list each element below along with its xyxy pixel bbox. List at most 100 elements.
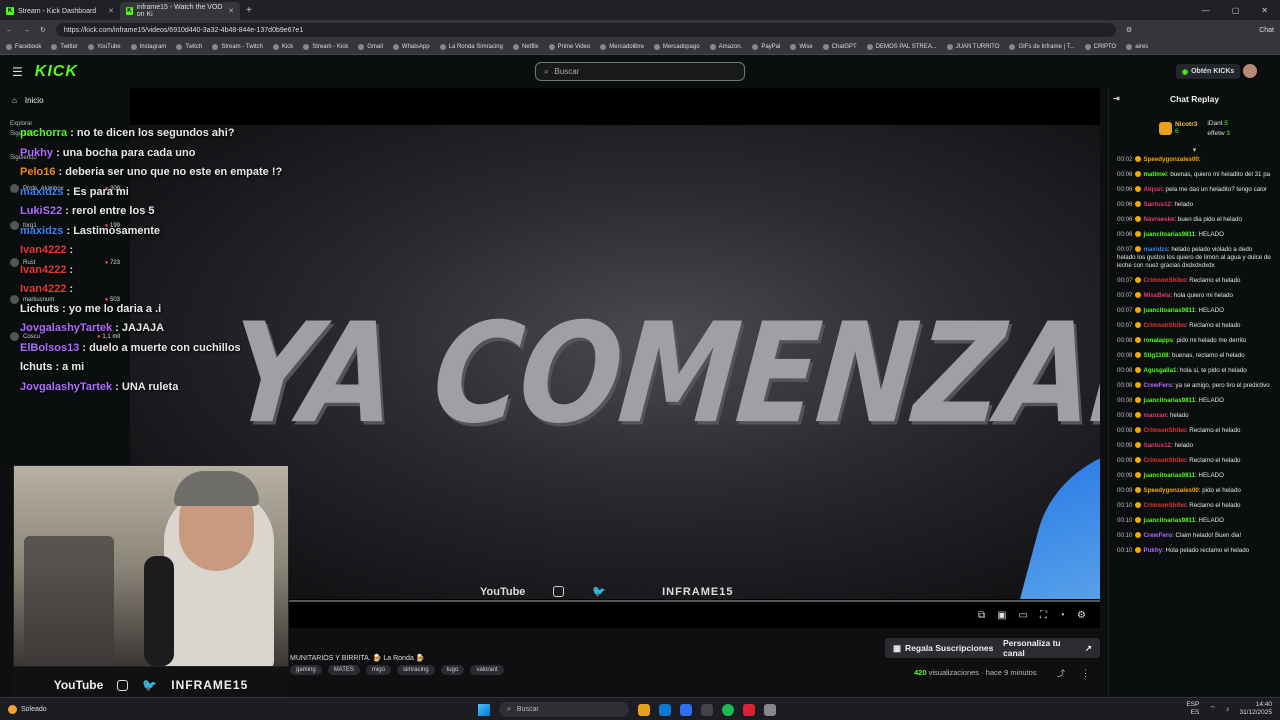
tag-chip[interactable]: valorant — [470, 665, 504, 675]
bookmark-item[interactable]: Stream - Kick — [303, 44, 348, 50]
spotify-icon[interactable] — [722, 703, 734, 716]
message-user[interactable]: juancitoarias9811 — [1143, 517, 1195, 524]
nav-inicio[interactable]: ⌂ Inicio — [0, 88, 130, 113]
bookmark-item[interactable]: GIFs de Inframe | T... — [1009, 44, 1075, 50]
pip-icon[interactable]: ⧉ — [978, 610, 985, 621]
tag-chip[interactable]: gaming — [290, 665, 322, 675]
tab-vod[interactable]: K inframe15 - Watch the VOD on Ki ✕ — [120, 2, 240, 20]
bookmark-item[interactable]: Instagram — [130, 44, 166, 50]
search-input[interactable]: ⌕ Buscar — [535, 62, 745, 81]
message-user[interactable]: Speedygonzales00 — [1143, 487, 1198, 494]
speed-icon[interactable]: ◔ — [1059, 610, 1065, 621]
message-user[interactable]: maxidzs — [1143, 246, 1167, 253]
tag-chip[interactable]: simracing — [396, 665, 435, 675]
chrome-icon[interactable] — [680, 703, 692, 716]
message-user[interactable]: Speedygonzales00 — [1143, 156, 1198, 163]
message-user[interactable]: juancitoarias9811 — [1143, 397, 1195, 404]
taskbar-search[interactable]: ⌕ Buscar — [499, 702, 629, 717]
chat-button[interactable]: Chat — [1259, 27, 1274, 34]
bookmark-item[interactable]: La Ronda Simracing — [439, 44, 503, 50]
bookmark-item[interactable]: Mercadopago — [653, 44, 700, 50]
message-user[interactable]: manzan — [1143, 412, 1166, 419]
close-tab-icon[interactable]: ✕ — [108, 7, 114, 15]
message-user[interactable]: CrimsonShibo — [1143, 457, 1185, 464]
message-user[interactable]: juancitoarias9811 — [1143, 472, 1195, 479]
bookmark-item[interactable]: Stream - Twitch — [212, 44, 263, 50]
reload-icon[interactable]: ↻ — [40, 26, 46, 34]
bookmark-item[interactable]: Mercadolibre — [600, 44, 644, 50]
settings-icon[interactable]: ⚙ — [1077, 610, 1086, 621]
volume-icon[interactable]: ♪ — [1226, 706, 1230, 713]
forward-icon[interactable]: → — [23, 27, 30, 34]
user-avatar[interactable] — [1243, 64, 1257, 78]
message-user[interactable]: CrewFero — [1143, 532, 1172, 539]
bookmark-item[interactable]: Twitter — [51, 44, 78, 50]
message-user[interactable]: matimei — [1143, 171, 1166, 178]
bookmark-item[interactable]: Facebook — [6, 44, 41, 50]
close-window-icon[interactable]: ✕ — [1261, 6, 1268, 15]
weather-widget[interactable]: Soleado — [8, 704, 47, 714]
bookmark-item[interactable]: Prime Video — [548, 44, 590, 50]
bookmark-item[interactable]: Twitch — [176, 44, 202, 50]
fullscreen-icon[interactable]: ⛶ — [1040, 610, 1047, 621]
bookmark-item[interactable]: Netflix — [512, 44, 539, 50]
network-icon[interactable]: ⌔ — [1209, 705, 1216, 714]
bookmark-item[interactable]: JUAN TURRITO — [946, 44, 999, 50]
bookmark-item[interactable]: Wise — [790, 44, 813, 50]
more-options-icon[interactable]: ⋮ — [1081, 668, 1090, 679]
bookmark-item[interactable]: WhatsApp — [392, 44, 430, 50]
bookmark-item[interactable]: PayPal — [752, 44, 780, 50]
edge-icon[interactable] — [659, 703, 671, 716]
file-explorer-icon[interactable] — [638, 703, 650, 716]
steam-icon[interactable] — [701, 703, 713, 716]
url-field[interactable]: https://kick.com/inframe15/videos/6910d4… — [55, 23, 1116, 37]
bookmark-item[interactable]: Gmail — [358, 44, 383, 50]
message-user[interactable]: Navraeske — [1143, 216, 1174, 223]
message-user[interactable]: Alqssi — [1143, 186, 1162, 193]
collapse-chat-icon[interactable]: ⇥ — [1113, 94, 1120, 103]
bookmark-item[interactable]: Amazon. — [709, 44, 742, 50]
message-user[interactable]: juancitoarias9811 — [1143, 231, 1195, 238]
clock[interactable]: 14:40 31/12/2025 — [1239, 701, 1272, 717]
bookmark-item[interactable]: aires — [1126, 44, 1148, 50]
minimize-icon[interactable]: — — [1202, 6, 1210, 15]
maximize-icon[interactable]: ▢ — [1232, 6, 1240, 15]
customize-channel-button[interactable]: Personaliza tu canal ↗ — [995, 638, 1100, 658]
bookmark-item[interactable]: YouTube — [88, 44, 121, 50]
message-user[interactable]: CrimsonShibo — [1143, 322, 1185, 329]
new-tab-icon[interactable]: + — [246, 5, 252, 16]
theater-icon[interactable]: ▭ — [1019, 610, 1028, 621]
tag-chip[interactable]: tugo — [440, 665, 465, 675]
message-user[interactable]: CrimsonShibo — [1143, 277, 1185, 284]
message-user[interactable]: Agusgalla1 — [1143, 367, 1176, 374]
clip-icon[interactable]: ▣ — [997, 610, 1006, 621]
gift-subs-button[interactable]: ▦ Regala Suscripciones — [885, 638, 1002, 658]
pinned-toggle-icon[interactable]: ▾ — [1109, 146, 1280, 156]
get-kicks-button[interactable]: ◉ Obtén KICKs — [1176, 64, 1241, 79]
message-user[interactable]: juancitoarias9811 — [1143, 307, 1195, 314]
close-tab-icon[interactable]: ✕ — [228, 7, 234, 15]
tag-chip[interactable]: MATES — [327, 665, 360, 675]
message-user[interactable]: Santus12 — [1143, 442, 1171, 449]
kick-logo[interactable]: KICK — [35, 63, 78, 81]
share-icon[interactable]: ⤴ — [1057, 668, 1065, 679]
message-user[interactable]: CrewFero — [1143, 382, 1172, 389]
message-user[interactable]: MissBela — [1143, 292, 1170, 299]
message-user[interactable]: Pukhy — [1143, 547, 1162, 554]
windows-start-icon[interactable] — [478, 703, 490, 716]
tab-kick-dashboard[interactable]: K Stream - Kick Dashboard ✕ — [0, 2, 120, 20]
bookmark-item[interactable]: ChatGPT — [822, 44, 857, 50]
settings-app-icon[interactable] — [764, 703, 776, 716]
bookmark-item[interactable]: CRIPTO — [1084, 44, 1116, 50]
app-icon[interactable] — [743, 703, 755, 716]
message-user[interactable]: Santus12 — [1143, 201, 1171, 208]
extensions-icon[interactable]: ⚙ — [1126, 26, 1132, 34]
tag-chip[interactable]: migo — [365, 665, 391, 675]
bookmark-item[interactable]: DEMOS PAL STREA... — [866, 44, 937, 50]
message-user[interactable]: ronalapps — [1143, 337, 1173, 344]
menu-icon[interactable]: ☰ — [12, 65, 23, 79]
message-user[interactable]: CrimsonShibo — [1143, 502, 1185, 509]
message-user[interactable]: Stig1108 — [1143, 352, 1168, 359]
message-user[interactable]: CrimsonShibo — [1143, 427, 1185, 434]
language-indicator[interactable]: ESP ES — [1186, 701, 1199, 717]
